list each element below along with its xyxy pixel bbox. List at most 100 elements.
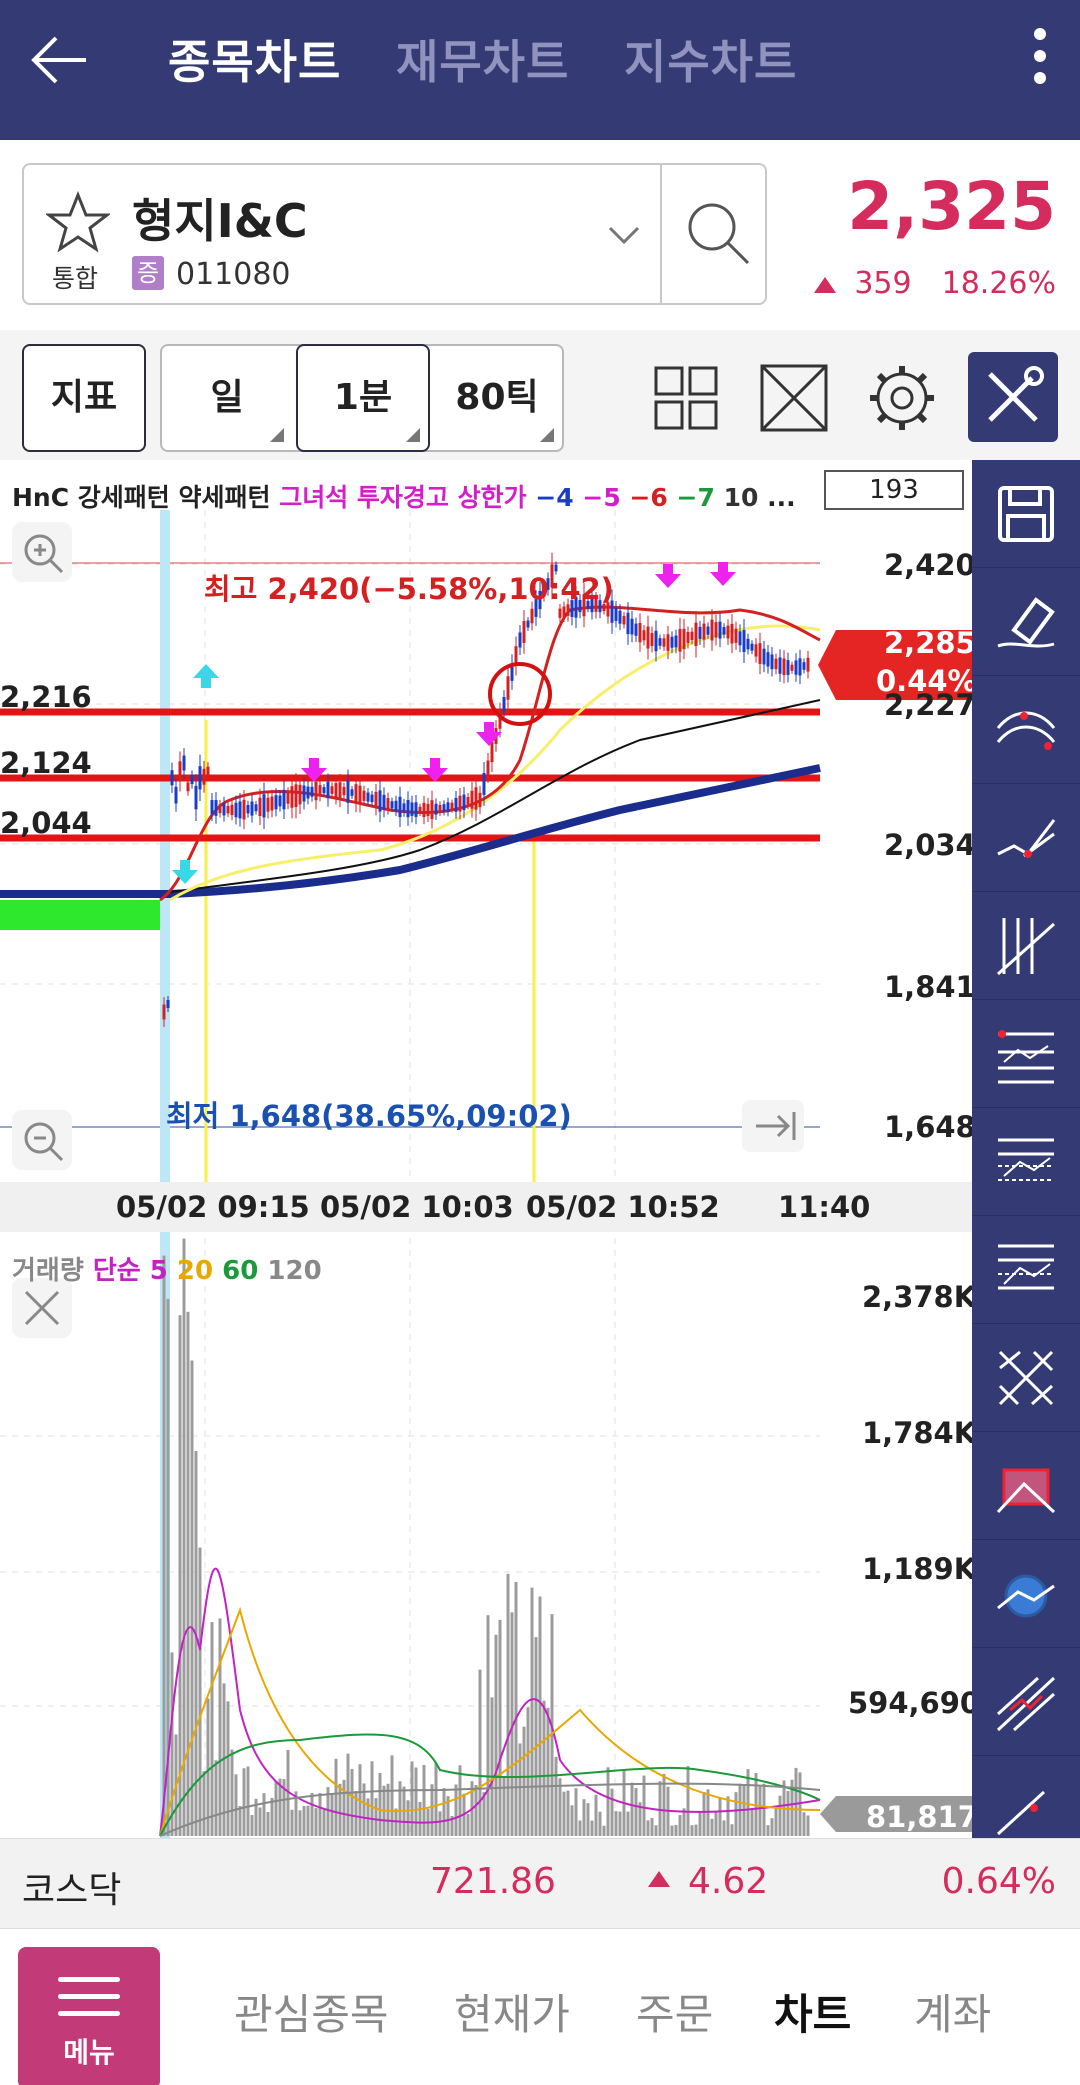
eraser-tool[interactable] (972, 568, 1080, 676)
rectangle-tool[interactable] (972, 1432, 1080, 1540)
gann-tool[interactable] (972, 1108, 1080, 1216)
volume-bar (390, 1755, 394, 1836)
nav-chart[interactable]: 차트 (774, 1981, 851, 2042)
more-menu-icon[interactable] (1030, 20, 1050, 92)
menu-button[interactable]: 메뉴 (18, 1947, 160, 2085)
volume-bar (438, 1811, 442, 1836)
indicator-button[interactable]: 지표 (22, 344, 146, 452)
nav-order[interactable]: 주문 (636, 1981, 713, 2042)
level-label-2: 2,124 (0, 746, 92, 780)
candle-body (462, 794, 466, 811)
candle-body (434, 803, 438, 815)
candle-body (366, 792, 370, 802)
price-chart[interactable] (0, 460, 972, 1838)
period-day[interactable]: 일 (162, 346, 292, 450)
market-badge: 증 (132, 256, 164, 290)
volume-bar (806, 1815, 810, 1836)
back-arrow-icon[interactable] (28, 28, 92, 92)
drawing-tools-button[interactable] (968, 352, 1058, 442)
candle-body (294, 784, 298, 808)
zoom-in-icon[interactable] (12, 522, 72, 582)
zoom-out-icon[interactable] (12, 1110, 72, 1170)
volume-bar (178, 1315, 182, 1836)
volume-bar (290, 1809, 294, 1836)
price-change: 359 18.26% (814, 266, 1056, 301)
candle-body (686, 631, 690, 643)
candle-body (634, 623, 638, 636)
volume-bar (238, 1805, 242, 1836)
candle-body (346, 780, 350, 803)
volume-bar (538, 1596, 542, 1836)
volume-bar (458, 1765, 462, 1836)
volume-bar (774, 1806, 778, 1836)
favorite-star-icon[interactable] (46, 191, 110, 253)
volume-bar (778, 1795, 782, 1836)
period-1min[interactable]: 1분 (296, 344, 430, 452)
save-tool[interactable] (972, 460, 1080, 568)
chevron-down-icon[interactable] (604, 220, 644, 250)
settings-icon[interactable] (856, 352, 948, 444)
fibonacci-tool[interactable] (972, 1000, 1080, 1108)
cross-tool[interactable] (972, 1324, 1080, 1432)
candle-body (250, 801, 254, 816)
stock-selector[interactable]: 형지I&C 통합 증 011080 (22, 163, 767, 305)
market-index-bar[interactable]: 코스닥 721.86 4.62 0.64% (0, 1838, 1080, 1928)
close-volume-icon[interactable] (12, 1278, 72, 1338)
parallel-tool[interactable] (972, 892, 1080, 1000)
volume-bar (634, 1787, 638, 1836)
candle-body (782, 658, 786, 676)
volume-bar (702, 1792, 706, 1836)
candle-body (234, 802, 238, 818)
volume-bar (506, 1573, 510, 1836)
ellipse-tool[interactable] (972, 1540, 1080, 1648)
trendline-tool[interactable] (972, 784, 1080, 892)
candle-body (754, 644, 758, 657)
candle-body (174, 786, 178, 804)
top-header: 종목차트 재무차트 지수차트 (0, 0, 1080, 140)
time-label-1: 05/02 09:15 (116, 1190, 310, 1224)
gridlines-tool[interactable] (972, 1216, 1080, 1324)
volume-bar (406, 1800, 410, 1836)
volume-ma120: 120 (267, 1256, 322, 1286)
candle-body (390, 801, 394, 809)
tab-stock-chart[interactable]: 종목차트 (168, 26, 341, 92)
candle-body (342, 786, 346, 796)
trendline-icon (997, 819, 1056, 858)
candle-body (506, 676, 510, 700)
nav-current-price[interactable]: 현재가 (454, 1981, 570, 2042)
candle-body (690, 631, 694, 641)
pitchfork-tool[interactable] (972, 1648, 1080, 1756)
volume-bar (610, 1788, 614, 1836)
volume-bar (418, 1801, 422, 1836)
fullscreen-icon[interactable] (748, 352, 840, 444)
volume-bar (658, 1781, 662, 1836)
volume-bar (430, 1784, 434, 1836)
tab-index-chart[interactable]: 지수차트 (624, 26, 797, 92)
nav-watchlist[interactable]: 관심종목 (234, 1981, 389, 2042)
volume-bar (654, 1825, 658, 1836)
volume-bar (718, 1797, 722, 1836)
search-icon[interactable] (684, 199, 754, 269)
volume-bar (722, 1820, 726, 1836)
volume-legend: 거래량 단순 5 20 60 120 (12, 1250, 322, 1287)
candle-body (730, 623, 734, 644)
grid-layout-icon[interactable] (640, 352, 732, 444)
volume-bar (338, 1783, 342, 1836)
candle-body (482, 773, 486, 795)
candle-body (306, 786, 310, 799)
candle-body (642, 630, 646, 641)
period-80tick[interactable]: 80틱 (432, 346, 562, 450)
tab-financial-chart[interactable]: 재무차트 (396, 26, 569, 92)
curve-tool[interactable] (972, 676, 1080, 784)
volume-bar (554, 1756, 558, 1836)
volume-axis-4: 594,690 (848, 1686, 981, 1720)
candle-body (210, 800, 214, 815)
volume-bar (162, 1255, 166, 1836)
scroll-to-end-icon[interactable] (742, 1100, 804, 1152)
more-tools[interactable] (972, 1756, 1080, 1838)
nav-account[interactable]: 계좌 (914, 1981, 991, 2042)
candle-body (458, 795, 462, 812)
candle-body (418, 806, 422, 813)
volume-bar (434, 1763, 438, 1836)
candle-body (326, 781, 330, 799)
